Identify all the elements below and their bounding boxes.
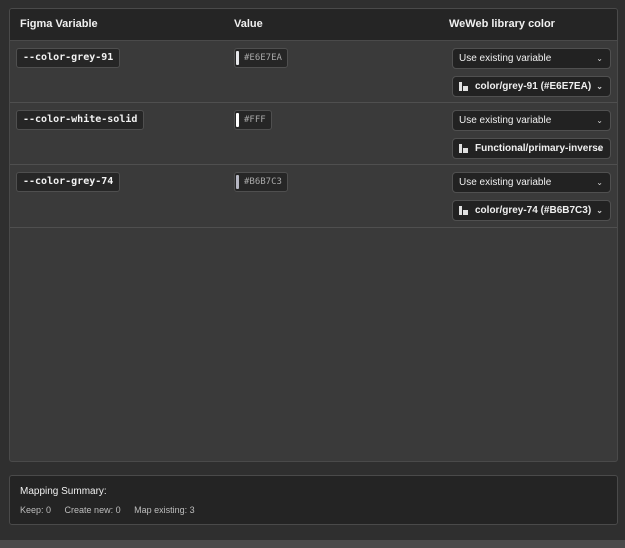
library-variable-dropdown[interactable]: Functional/primary-inverse ⌄ bbox=[452, 138, 611, 159]
mapping-summary-stats: Keep: 0 Create new: 0 Map existing: 3 bbox=[20, 505, 206, 515]
mapping-mode-label: Use existing variable bbox=[459, 115, 552, 126]
mapping-mode-label: Use existing variable bbox=[459, 177, 552, 188]
color-value-text: #E6E7EA bbox=[244, 53, 282, 63]
figma-variable-name: --color-grey-91 bbox=[16, 48, 121, 68]
library-variable-label: Functional/primary-inverse bbox=[475, 143, 604, 154]
variable-mapping-table: Figma Variable Value WeWeb library color… bbox=[9, 8, 618, 462]
mapping-mode-label: Use existing variable bbox=[459, 53, 552, 64]
table-header: Figma Variable Value WeWeb library color bbox=[10, 9, 617, 41]
library-variable-label: color/grey-91 (#E6E7EA) bbox=[475, 81, 592, 92]
figma-variable-name: --color-grey-74 bbox=[16, 172, 121, 192]
color-variable-icon bbox=[459, 82, 468, 91]
header-value: Value bbox=[234, 18, 263, 30]
table-row: --color-grey-91 #E6E7EA Use existing var… bbox=[10, 41, 617, 103]
color-swatch bbox=[236, 175, 239, 189]
library-variable-dropdown[interactable]: color/grey-74 (#B6B7C3) ⌄ bbox=[452, 200, 611, 221]
color-value: #E6E7EA bbox=[234, 48, 288, 68]
header-figma-variable: Figma Variable bbox=[20, 18, 98, 30]
chevron-down-icon: ⌄ bbox=[596, 206, 603, 215]
keep-count: Keep: 0 bbox=[20, 505, 52, 515]
chevron-down-icon: ⌄ bbox=[596, 82, 603, 91]
color-swatch bbox=[236, 51, 239, 65]
color-variable-icon bbox=[459, 206, 468, 215]
color-value-text: #B6B7C3 bbox=[244, 177, 282, 187]
table-row: --color-white-solid #FFF Use existing va… bbox=[10, 103, 617, 165]
chevron-down-icon: ⌄ bbox=[596, 178, 603, 187]
mapping-mode-dropdown[interactable]: Use existing variable ⌄ bbox=[452, 110, 611, 131]
color-value-text: #FFF bbox=[244, 115, 266, 125]
mapping-mode-dropdown[interactable]: Use existing variable ⌄ bbox=[452, 48, 611, 69]
library-variable-label: color/grey-74 (#B6B7C3) bbox=[475, 205, 592, 216]
color-value: #B6B7C3 bbox=[234, 172, 288, 192]
figma-variable-name: --color-white-solid bbox=[16, 110, 145, 130]
mapping-summary: Mapping Summary: Keep: 0 Create new: 0 M… bbox=[9, 475, 618, 525]
header-weweb-library-color: WeWeb library color bbox=[449, 18, 555, 30]
chevron-down-icon: ⌄ bbox=[596, 144, 603, 153]
color-variable-icon bbox=[459, 144, 468, 153]
chevron-down-icon: ⌄ bbox=[596, 116, 603, 125]
mapping-mode-dropdown[interactable]: Use existing variable ⌄ bbox=[452, 172, 611, 193]
map-existing-count: Map existing: 3 bbox=[134, 505, 195, 515]
create-new-count: Create new: 0 bbox=[64, 505, 121, 515]
color-value: #FFF bbox=[234, 110, 272, 130]
library-variable-dropdown[interactable]: color/grey-91 (#E6E7EA) ⌄ bbox=[452, 76, 611, 97]
color-swatch bbox=[236, 113, 239, 127]
mapping-summary-title: Mapping Summary: bbox=[20, 486, 107, 497]
bottom-scrollbar[interactable] bbox=[0, 540, 625, 548]
chevron-down-icon: ⌄ bbox=[596, 54, 603, 63]
table-row: --color-grey-74 #B6B7C3 Use existing var… bbox=[10, 165, 617, 228]
